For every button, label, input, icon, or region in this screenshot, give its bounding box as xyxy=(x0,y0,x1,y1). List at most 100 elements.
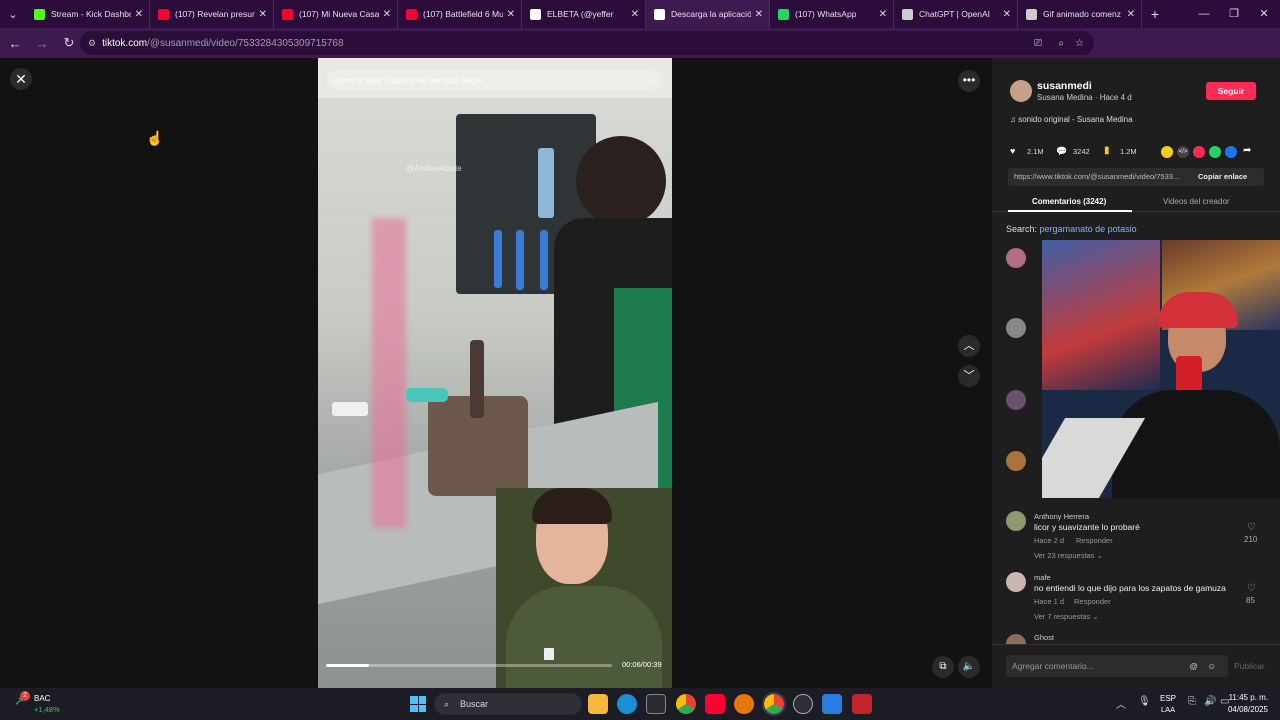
coin-icon[interactable] xyxy=(1161,146,1173,158)
bookmark-icon[interactable]: ▮ xyxy=(1104,145,1110,156)
forward-icon[interactable]: → xyxy=(30,31,54,55)
browser-tab[interactable]: (107) Battlefield 6 Mu ✕ xyxy=(398,0,522,28)
comment-input[interactable]: Agregar comentario... @ ☺ xyxy=(1006,655,1228,677)
whatsapp-share-icon[interactable] xyxy=(1209,146,1221,158)
emoji-icon[interactable]: ☺ xyxy=(1207,655,1216,677)
author-avatar[interactable] xyxy=(1010,80,1032,102)
chrome-icon[interactable] xyxy=(676,694,696,714)
comment-avatar[interactable] xyxy=(1006,248,1026,268)
progress-track[interactable] xyxy=(326,664,612,667)
volume-icon[interactable]: 🔈 xyxy=(958,656,980,678)
zoom-icon[interactable]: ⌕ xyxy=(1058,38,1064,49)
language[interactable]: ESP xyxy=(1160,694,1176,703)
bookmark-star-icon[interactable]: ☆ xyxy=(1075,38,1084,49)
comment-avatar[interactable] xyxy=(1006,572,1026,592)
new-tab-button[interactable]: + xyxy=(1142,6,1168,22)
send-icon[interactable] xyxy=(1193,146,1205,158)
microphone-tray-icon[interactable]: 🎙 xyxy=(1138,696,1151,707)
close-tab-icon[interactable]: ✕ xyxy=(135,9,143,20)
close-tab-icon[interactable]: ✕ xyxy=(631,9,639,20)
embed-icon[interactable]: </> xyxy=(1177,146,1189,158)
video-player[interactable]: cómo limpiar zapatos de gamuza negro ⌕ @… xyxy=(318,58,672,688)
floating-player-icon[interactable]: ⧉ xyxy=(932,656,954,678)
comment-like-icon[interactable]: ♡ xyxy=(1247,522,1256,533)
reply-button[interactable]: Responder xyxy=(1074,597,1111,606)
close-window-icon[interactable]: ✕ xyxy=(1248,0,1280,28)
comment-avatar[interactable] xyxy=(1006,390,1026,410)
browser-tab[interactable]: (107) Revelan presunt ✕ xyxy=(150,0,274,28)
speaker-icon[interactable]: 🔊 xyxy=(1204,696,1216,707)
previous-video-button[interactable]: ︿ xyxy=(958,335,980,357)
browser-tab[interactable]: Stream - Kick Dashbo ✕ xyxy=(26,0,150,28)
tab-creator-videos[interactable]: Videos del creador xyxy=(1163,197,1230,206)
app-icon[interactable] xyxy=(734,694,754,714)
search-suggestion[interactable]: Search: pergamanato de potasio xyxy=(1006,224,1137,234)
pause-icon[interactable] xyxy=(544,648,554,660)
share-arrow-icon[interactable]: ➦ xyxy=(1243,145,1251,156)
browser-tab[interactable]: ChatGPT | OpenAI ✕ xyxy=(894,0,1018,28)
network-icon[interactable]: ⎘ xyxy=(1188,696,1196,707)
taskbar-search[interactable]: ⌕ Buscar xyxy=(434,693,582,715)
comment-avatar[interactable] xyxy=(1006,511,1026,531)
view-replies[interactable]: Ver 7 respuestas ⌄ xyxy=(1034,612,1099,621)
browser-tab[interactable]: (107) Mi Nueva Casa ✕ xyxy=(274,0,398,28)
comment-avatar[interactable] xyxy=(1006,318,1026,338)
minimize-icon[interactable]: — xyxy=(1188,0,1220,28)
video-search-hint[interactable]: cómo limpiar zapatos de gamuza negro ⌕ xyxy=(326,70,664,90)
file-explorer-icon[interactable] xyxy=(588,694,608,714)
comment-author[interactable]: Anthony Herrera xyxy=(1034,512,1089,521)
comment-icon[interactable]: 💬 xyxy=(1056,146,1067,157)
youtube-app-icon[interactable] xyxy=(705,694,725,714)
copy-link-button[interactable]: Copiar enlace xyxy=(1198,172,1247,181)
browser-tab[interactable]: Gif animado comenz ✕ xyxy=(1018,0,1142,28)
tray-chevron-icon[interactable]: ︿ xyxy=(1116,696,1126,711)
url-field[interactable]: ⚙ tiktok.com/@susanmedi/video/7533284305… xyxy=(80,31,1094,55)
store-icon[interactable] xyxy=(646,694,666,714)
comment-author[interactable]: mafe xyxy=(1034,573,1051,582)
chrome-active-icon[interactable] xyxy=(762,692,786,716)
post-comment-button[interactable]: Publicar xyxy=(1234,661,1265,671)
link-text[interactable]: https://www.tiktok.com/@susanmedi/video/… xyxy=(1014,172,1198,181)
reply-button[interactable]: Responder xyxy=(1076,536,1113,545)
close-tab-icon[interactable]: ✕ xyxy=(879,9,887,20)
like-icon[interactable]: ♥ xyxy=(1010,146,1015,156)
tab-search-icon[interactable]: ⌄ xyxy=(0,0,26,28)
facebook-share-icon[interactable] xyxy=(1225,146,1237,158)
author-username[interactable]: susanmedi xyxy=(1037,80,1092,92)
comment-avatar[interactable] xyxy=(1006,634,1026,644)
close-tab-icon[interactable]: ✕ xyxy=(259,9,267,20)
browser-tab[interactable]: (107) WhatsApp ✕ xyxy=(770,0,894,28)
close-tab-icon[interactable]: ✕ xyxy=(1127,9,1135,20)
keyboard-layout[interactable]: LAA xyxy=(1161,705,1175,714)
site-info-icon[interactable]: ⚙ xyxy=(88,38,96,49)
more-options-icon[interactable]: ••• xyxy=(958,70,980,92)
clock-time[interactable]: 11:45 p. m. xyxy=(1226,693,1268,702)
view-replies[interactable]: Ver 23 respuestas ⌄ xyxy=(1034,551,1103,560)
sound-info[interactable]: ♫ sonido original - Susana Medina xyxy=(1010,115,1133,124)
comment-avatar[interactable] xyxy=(1006,451,1026,471)
close-tab-icon[interactable]: ✕ xyxy=(755,9,763,20)
install-app-icon[interactable]: ⎚ xyxy=(1034,38,1042,49)
next-video-button[interactable]: ﹀ xyxy=(958,365,980,387)
follow-button[interactable]: Seguir xyxy=(1206,82,1256,100)
creator-facecam xyxy=(496,488,672,688)
app-icon[interactable] xyxy=(852,694,872,714)
comment-like-icon[interactable]: ♡ xyxy=(1247,583,1256,594)
reload-icon[interactable]: ↻ xyxy=(57,31,81,55)
edge-icon[interactable] xyxy=(617,694,637,714)
windows-start-icon[interactable] xyxy=(410,696,426,712)
close-video-button[interactable]: ✕ xyxy=(10,68,32,90)
app-icon[interactable] xyxy=(822,694,842,714)
close-tab-icon[interactable]: ✕ xyxy=(1003,9,1011,20)
back-icon[interactable]: ← xyxy=(3,31,27,55)
tab-comments[interactable]: Comentarios (3242) xyxy=(1032,197,1106,206)
mention-icon[interactable]: @ xyxy=(1189,655,1198,677)
close-tab-icon[interactable]: ✕ xyxy=(383,9,391,20)
restore-icon[interactable]: ❐ xyxy=(1218,0,1250,28)
browser-tab[interactable]: ELBETA (@yeffer ✕ xyxy=(522,0,646,28)
openai-app-icon[interactable] xyxy=(793,694,813,714)
browser-tab[interactable]: Descarga la aplicació ✕ xyxy=(646,0,770,28)
comment-author[interactable]: Ghost xyxy=(1034,633,1054,642)
close-tab-icon[interactable]: ✕ xyxy=(507,9,515,20)
clock-date[interactable]: 04/08/2025 xyxy=(1226,705,1268,714)
